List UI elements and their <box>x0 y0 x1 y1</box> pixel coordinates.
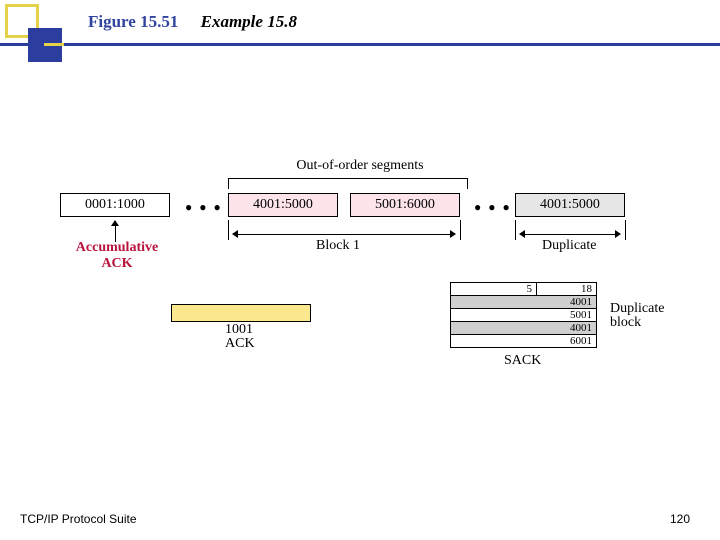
block1-tick-r <box>460 220 461 240</box>
ack-box <box>171 304 311 322</box>
diagram: Out-of-order segments 0001:1000 ● ● ● 40… <box>0 140 720 440</box>
accum-label: Accumulative ACK <box>72 240 162 272</box>
accum-arrow <box>115 222 116 242</box>
sack-row: 4001 <box>451 296 597 309</box>
sack-row: 5001 <box>451 309 597 322</box>
sack-header-row: 5 18 <box>451 283 597 296</box>
sack-table: 5 18 4001 5001 4001 6001 <box>450 282 597 348</box>
ooo-label: Out-of-order segments <box>280 158 440 174</box>
ack-label: ACK <box>225 336 255 352</box>
dots-2: ● ● ● <box>474 200 512 215</box>
dots-1: ● ● ● <box>185 200 223 215</box>
header-rule-accent <box>44 43 64 46</box>
ooo-bracket <box>228 178 468 188</box>
dup-block-label: Duplicate block <box>610 302 680 330</box>
dup-tick-l <box>515 220 516 240</box>
sack-hdr-left: 5 <box>451 283 537 296</box>
duplicate-label: Duplicate <box>542 238 596 254</box>
dup-span <box>521 234 619 235</box>
sack-row: 4001 <box>451 322 597 335</box>
accum-line2: ACK <box>101 256 132 271</box>
header-rule <box>0 43 720 46</box>
slide-title: Figure 15.51 Example 15.8 <box>88 12 297 32</box>
sack-label: SACK <box>504 353 541 369</box>
example-label: Example 15.8 <box>201 12 297 31</box>
block1-span <box>234 234 454 235</box>
segment-2: 4001:5000 <box>228 193 338 217</box>
footer-left: TCP/IP Protocol Suite <box>20 512 137 526</box>
sack-row: 6001 <box>451 335 597 348</box>
segment-3: 5001:6000 <box>350 193 460 217</box>
accum-line1: Accumulative <box>76 240 158 255</box>
dup-tick-r <box>625 220 626 240</box>
page-number: 120 <box>670 512 690 526</box>
sack-hdr-right: 18 <box>537 283 597 296</box>
figure-label: Figure 15.51 <box>88 12 178 31</box>
block1-tick-l <box>228 220 229 240</box>
segment-4: 4001:5000 <box>515 193 625 217</box>
segment-1: 0001:1000 <box>60 193 170 217</box>
block1-label: Block 1 <box>316 238 360 254</box>
